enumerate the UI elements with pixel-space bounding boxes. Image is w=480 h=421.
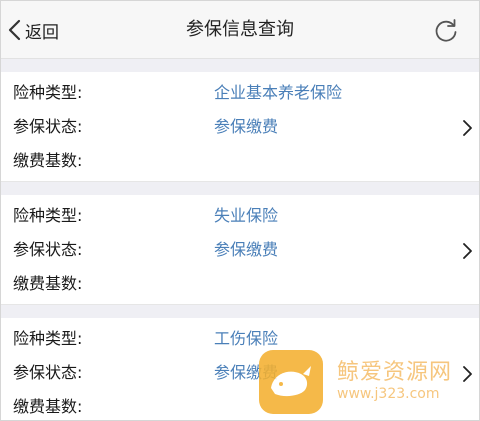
insurance-type-label: 险种类型: <box>13 206 83 225</box>
base-label: 缴费基数: <box>13 274 83 293</box>
status-value: 参保缴费 <box>214 117 279 136</box>
back-button[interactable]: 返回 <box>7 1 59 59</box>
status-label: 参保状态: <box>13 117 83 136</box>
chevron-right-icon[interactable] <box>461 241 473 261</box>
insurance-type-label: 险种类型: <box>13 83 83 102</box>
insurance-card[interactable]: 险种类型: 工伤保险 参保状态: 参保缴费 缴费基数: <box>1 318 479 420</box>
back-label: 返回 <box>25 22 59 43</box>
refresh-icon[interactable] <box>433 18 459 44</box>
insurance-card[interactable]: 险种类型: 失业保险 参保状态: 参保缴费 缴费基数: <box>1 195 479 305</box>
chevron-right-icon[interactable] <box>461 118 473 138</box>
insurance-type-value: 工伤保险 <box>214 329 279 348</box>
chevron-right-icon[interactable] <box>461 364 473 384</box>
base-label: 缴费基数: <box>13 397 83 416</box>
status-label: 参保状态: <box>13 240 83 259</box>
insurance-type-value: 失业保险 <box>214 206 279 225</box>
page: 返回 参保信息查询 险种类型: 企业基本养老保险 参保状态: 参保缴费 缴费基数… <box>0 0 480 421</box>
insurance-type-value: 企业基本养老保险 <box>214 83 343 102</box>
chevron-left-icon <box>8 19 21 41</box>
base-label: 缴费基数: <box>13 151 83 170</box>
status-label: 参保状态: <box>13 363 83 382</box>
status-value: 参保缴费 <box>214 240 279 259</box>
nav-bar: 返回 参保信息查询 <box>1 1 479 59</box>
page-title: 参保信息查询 <box>186 19 294 40</box>
status-value: 参保缴费 <box>214 363 279 382</box>
insurance-card[interactable]: 险种类型: 企业基本养老保险 参保状态: 参保缴费 缴费基数: <box>1 72 479 182</box>
insurance-type-label: 险种类型: <box>13 329 83 348</box>
